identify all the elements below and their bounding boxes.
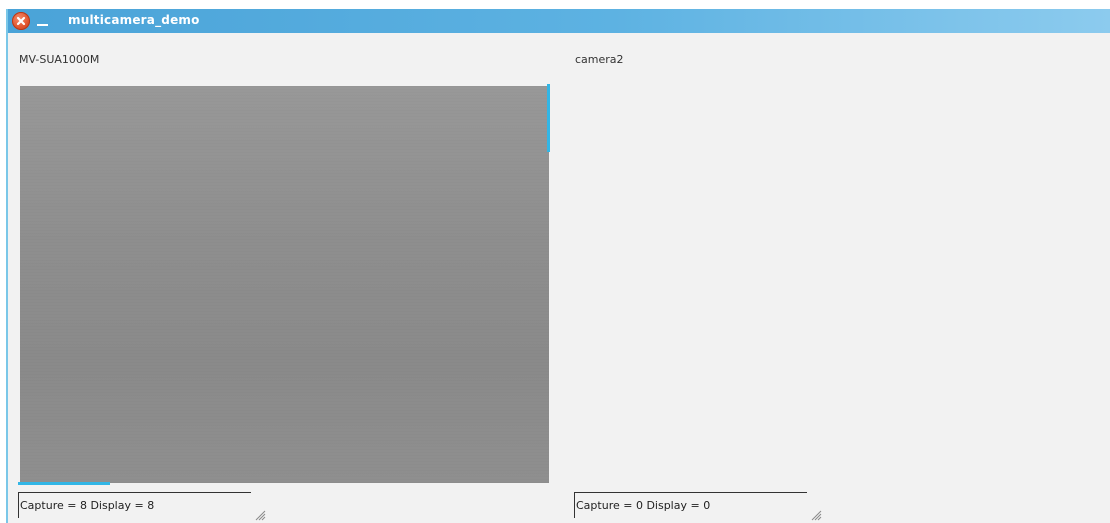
resize-grip-icon[interactable] (810, 506, 822, 521)
camera1-status-text: Capture = 8 Display = 8 (18, 492, 251, 518)
camera1-vertical-scrollbar[interactable] (547, 84, 550, 152)
main-window: multicamera_demo MV-SUA1000M camera2 Cap… (6, 9, 1110, 523)
camera1-video-display (20, 86, 549, 483)
window-title: multicamera_demo (68, 13, 200, 27)
camera2-status-text: Capture = 0 Display = 0 (574, 492, 807, 518)
resize-grip-icon[interactable] (254, 506, 266, 521)
camera2-name-label: camera2 (575, 53, 624, 66)
close-icon[interactable] (12, 12, 30, 30)
camera1-horizontal-scrollbar[interactable] (18, 482, 110, 485)
minimize-icon[interactable] (37, 24, 48, 26)
camera1-name-label: MV-SUA1000M (19, 53, 100, 66)
title-bar[interactable]: multicamera_demo (8, 9, 1110, 33)
